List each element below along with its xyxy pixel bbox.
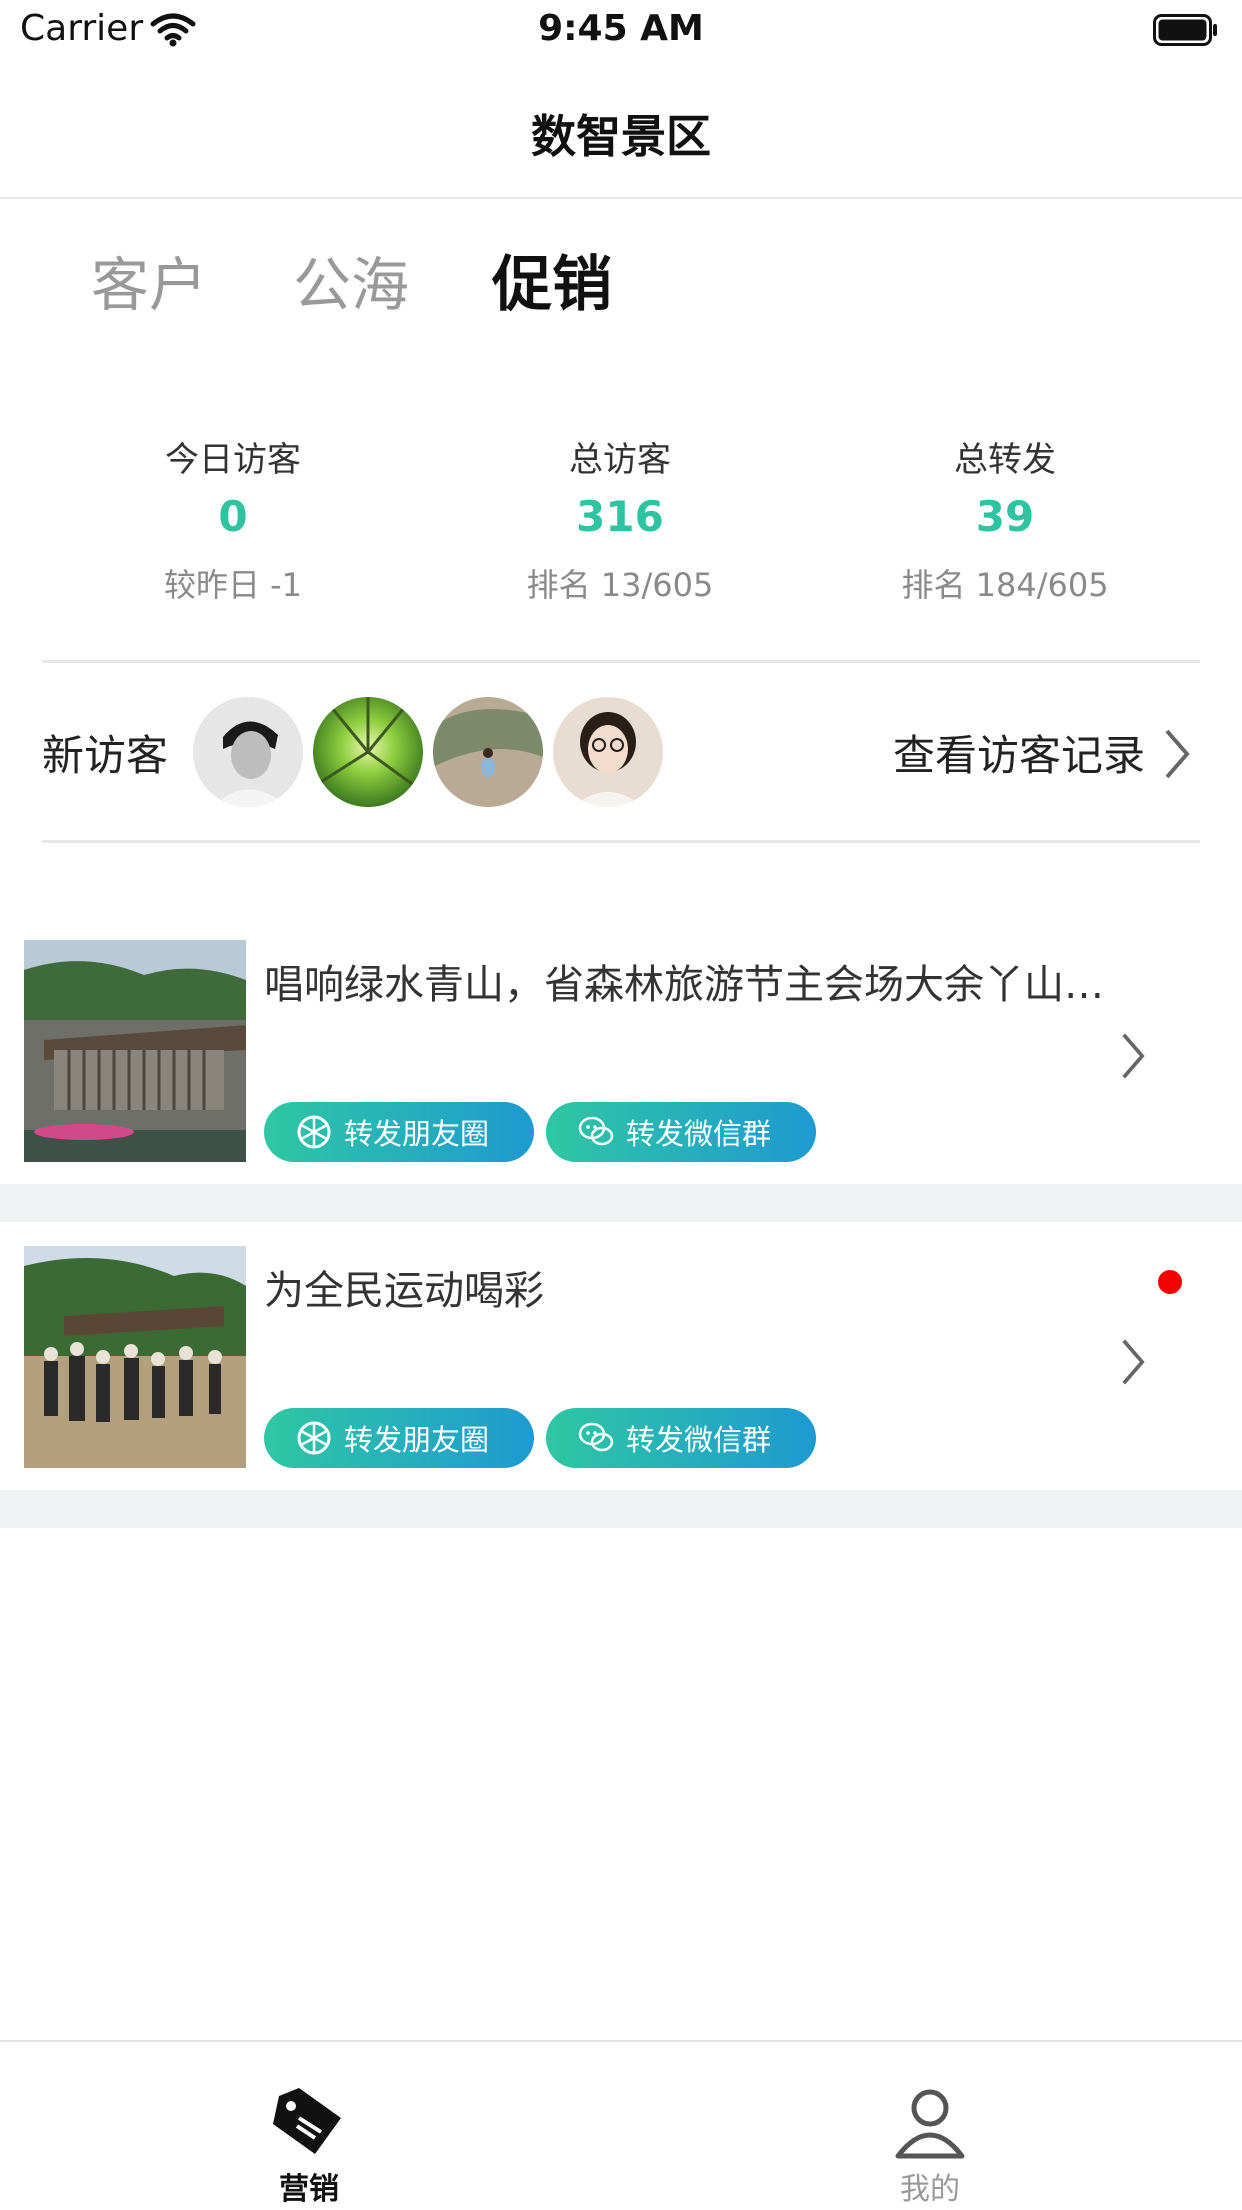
status-bar: Carrier 9:45 AM (0, 0, 1242, 62)
stat-today-visitors-value: 0 (218, 492, 248, 541)
unread-badge (1158, 1270, 1182, 1294)
tag-icon (273, 2088, 341, 2154)
tab-promotion[interactable]: 促销 (492, 236, 612, 323)
article-thumbnail (24, 1246, 246, 1468)
article-title[interactable]: 为全民运动喝彩 (264, 1258, 544, 1316)
tabbar-item-marketing[interactable]: 营销 (209, 2084, 409, 2208)
share-moments-button[interactable]: 转发朋友圈 (264, 1408, 534, 1468)
nav-divider (0, 197, 1242, 199)
tab-public-pool[interactable]: 公海 (293, 238, 409, 322)
share-wechat-group-button[interactable]: 转发微信群 (546, 1102, 816, 1162)
aperture-icon (297, 1421, 331, 1455)
article-thumbnail (24, 940, 246, 1162)
clock: 9:45 AM (538, 8, 704, 49)
section-gap (0, 1490, 1242, 1528)
page-title: 数智景区 (530, 110, 711, 163)
share-wechat-group-label: 转发微信群 (626, 1117, 772, 1151)
share-moments-label: 转发朋友圈 (344, 1423, 490, 1457)
share-wechat-group-label: 转发微信群 (626, 1423, 772, 1457)
stat-total-shares-rank: 排名 184/605 (901, 566, 1109, 604)
share-moments-button[interactable]: 转发朋友圈 (264, 1102, 534, 1162)
wechat-icon (578, 1422, 614, 1452)
article-card[interactable]: 唱响绿水青山，省森林旅游节主会场大余丫山… 转发朋友圈 转发微信群 (0, 926, 1242, 1184)
stats-divider (42, 660, 1200, 663)
section-gap (0, 1184, 1242, 1222)
article-card[interactable]: 为全民运动喝彩 转发朋友圈 转发微信群 (0, 1222, 1242, 1480)
tabbar-item-mine[interactable]: 我的 (830, 2084, 1030, 2208)
stat-total-shares-value: 39 (975, 492, 1035, 541)
aperture-icon (297, 1115, 331, 1149)
new-visitors-label: 新访客 (42, 731, 169, 780)
tab-customers[interactable]: 客户 (91, 238, 207, 322)
stat-total-shares-label: 总转发 (954, 440, 1056, 480)
avatar[interactable] (553, 697, 663, 807)
avatar[interactable] (193, 697, 303, 807)
stat-total-visitors-label: 总访客 (569, 440, 671, 480)
chevron-right-icon[interactable] (1120, 1338, 1146, 1386)
stat-total-visitors-value: 316 (576, 492, 664, 541)
wechat-icon (578, 1116, 614, 1146)
stat-today-visitors-compare: 较昨日 -1 (163, 566, 303, 604)
tabbar-label-mine: 我的 (900, 2172, 960, 2207)
bottom-tab-bar: 营销 我的 (0, 2040, 1242, 2210)
tabbar-label-marketing: 营销 (279, 2172, 339, 2207)
article-title[interactable]: 唱响绿水青山，省森林旅游节主会场大余丫山… (264, 952, 1104, 1010)
avatar[interactable] (313, 697, 423, 807)
chevron-right-icon[interactable] (1163, 728, 1191, 780)
share-wechat-group-button[interactable]: 转发微信群 (546, 1408, 816, 1468)
view-visitor-records-link[interactable]: 查看访客记录 (893, 722, 1145, 783)
share-moments-label: 转发朋友圈 (344, 1117, 490, 1151)
stat-today-visitors-label: 今日访客 (165, 440, 301, 480)
person-icon (895, 2089, 965, 2159)
battery-icon (1153, 14, 1217, 46)
visitors-divider (42, 840, 1200, 843)
avatar[interactable] (433, 697, 543, 807)
chevron-right-icon[interactable] (1120, 1032, 1146, 1080)
stat-total-visitors-rank: 排名 13/605 (526, 566, 714, 604)
